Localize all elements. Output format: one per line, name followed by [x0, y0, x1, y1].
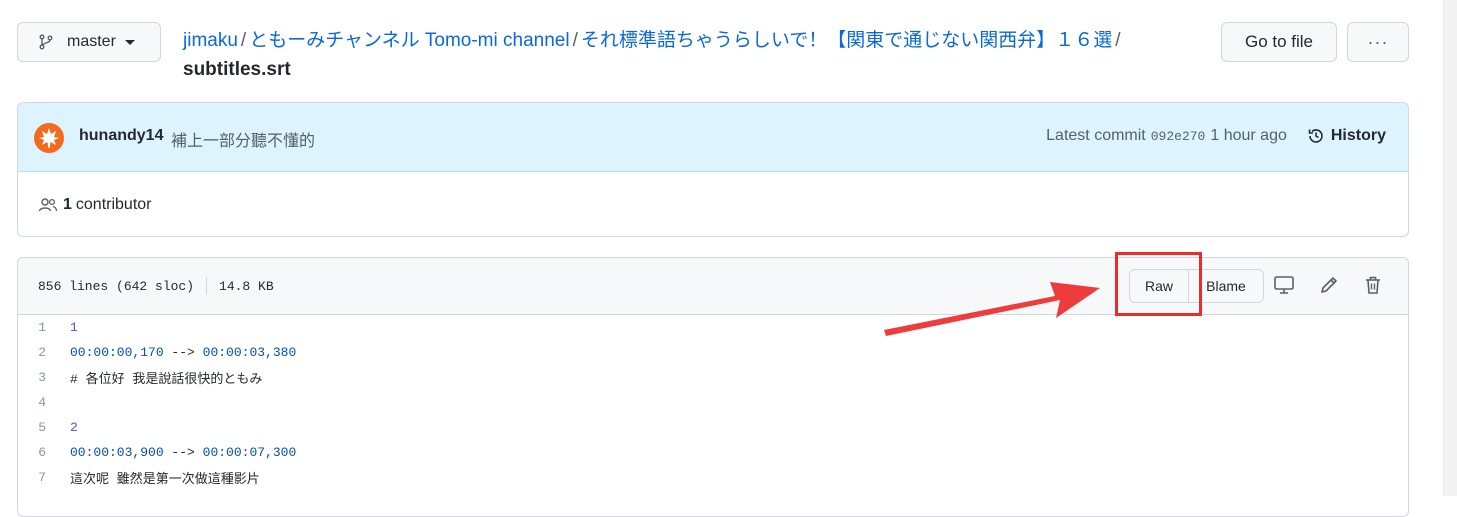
line-number[interactable]: 6 [18, 445, 70, 460]
breadcrumb-separator: / [1115, 30, 1121, 51]
code-line: 6 00:00:03,900 --> 00:00:07,300 [18, 440, 1408, 465]
pencil-icon [1321, 277, 1337, 293]
latest-commit-label: Latest commit [1046, 127, 1146, 144]
breadcrumb-file-name: subtitles.srt [183, 59, 291, 80]
commit-time: 1 hour ago [1210, 127, 1287, 144]
line-text: 00:00:03,900 --> 00:00:07,300 [70, 445, 296, 460]
commit-author-link[interactable]: hunandy14 [79, 127, 163, 145]
contributor-count: 1 [63, 196, 72, 213]
breadcrumb-folder1-link[interactable]: ともーみチャンネル Tomo-mi channel [249, 30, 569, 51]
edit-file-button[interactable] [1317, 273, 1341, 297]
timestamp-end: 00:00:03,380 [202, 345, 297, 360]
line-number[interactable]: 7 [18, 470, 70, 485]
commit-sha-link[interactable]: 092e270 [1151, 129, 1206, 144]
code-line: 5 2 [18, 415, 1408, 440]
line-number[interactable]: 5 [18, 420, 70, 435]
timestamp-end: 00:00:07,300 [202, 445, 297, 460]
trash-icon [1366, 276, 1380, 294]
breadcrumb-separator: / [572, 30, 578, 51]
delete-file-button[interactable] [1361, 273, 1385, 297]
line-number[interactable]: 2 [18, 345, 70, 360]
annotation-highlight-box [1115, 252, 1202, 316]
code-line: 7 這次呢 雖然是第一次做這種影片 [18, 465, 1408, 490]
line-text: 2 [70, 420, 78, 435]
line-text: 這次呢 雖然是第一次做這種影片 [70, 472, 260, 487]
branch-select-button[interactable]: master [17, 22, 161, 62]
latest-commit-bar: hunandy14 補上一部分聽不懂的 Latest commit 092e27… [18, 103, 1408, 172]
line-text: 00:00:00,170 --> 00:00:03,380 [70, 345, 296, 360]
divider [206, 277, 208, 295]
go-to-file-button[interactable]: Go to file [1221, 22, 1337, 62]
code-line: 2 00:00:00,170 --> 00:00:03,380 [18, 340, 1408, 365]
line-number[interactable]: 3 [18, 370, 70, 385]
timestamp-start: 00:00:03,900 [70, 445, 164, 460]
breadcrumb-separator: / [240, 30, 247, 51]
line-count: 856 lines (642 sloc) [38, 278, 195, 294]
commit-meta: Latest commit 092e270 1 hour ago History [1046, 127, 1386, 145]
code-line: 4 [18, 390, 1408, 415]
file-info: 856 lines (642 sloc) 14.8 KB [38, 277, 274, 295]
avatar[interactable] [34, 123, 64, 153]
timestamp-arrow: --> [163, 345, 203, 360]
code-line: 1 1 [18, 315, 1408, 340]
breadcrumb-folder2-link[interactable]: それ標準語ちゃうらしいで！【関東で通じない関西弁】１６選 [581, 30, 1112, 51]
line-number[interactable]: 4 [18, 395, 70, 410]
display-source-button[interactable] [1272, 273, 1296, 297]
people-icon [38, 198, 58, 212]
history-link[interactable]: History [1307, 127, 1386, 145]
maple-leaf-icon [39, 128, 59, 148]
line-text: 1 [70, 320, 78, 335]
line-text: # 各位好 我是說話很快的ともみ [70, 372, 263, 387]
more-options-button[interactable]: ··· [1347, 22, 1409, 62]
scrollbar[interactable] [1443, 0, 1457, 496]
commit-info-box: hunandy14 補上一部分聽不懂的 Latest commit 092e27… [17, 102, 1409, 237]
file-size: 14.8 KB [219, 278, 274, 294]
history-label: History [1330, 127, 1386, 144]
chevron-down-icon [124, 39, 135, 45]
history-icon [1308, 129, 1323, 143]
breadcrumb: jimaku / ともーみチャンネル Tomo-mi channel / それ標準語ちゃ… [183, 26, 1203, 84]
commit-message-link[interactable]: 補上一部分聽不懂的 [171, 127, 315, 151]
breadcrumb-repo-link[interactable]: jimaku [183, 30, 238, 51]
git-branch-icon [39, 34, 53, 50]
branch-label: master [67, 33, 116, 50]
code-view: 1 1 2 00:00:00,170 --> 00:00:03,380 3 # … [18, 315, 1408, 490]
timestamp-arrow: --> [163, 445, 203, 460]
contributors-link[interactable]: 1 contributor [38, 196, 152, 214]
contributor-label: contributor [75, 196, 152, 213]
line-number[interactable]: 1 [18, 320, 70, 335]
code-line: 3 # 各位好 我是說話很快的ともみ [18, 365, 1408, 390]
desktop-icon [1274, 276, 1294, 294]
timestamp-start: 00:00:00,170 [70, 345, 164, 360]
